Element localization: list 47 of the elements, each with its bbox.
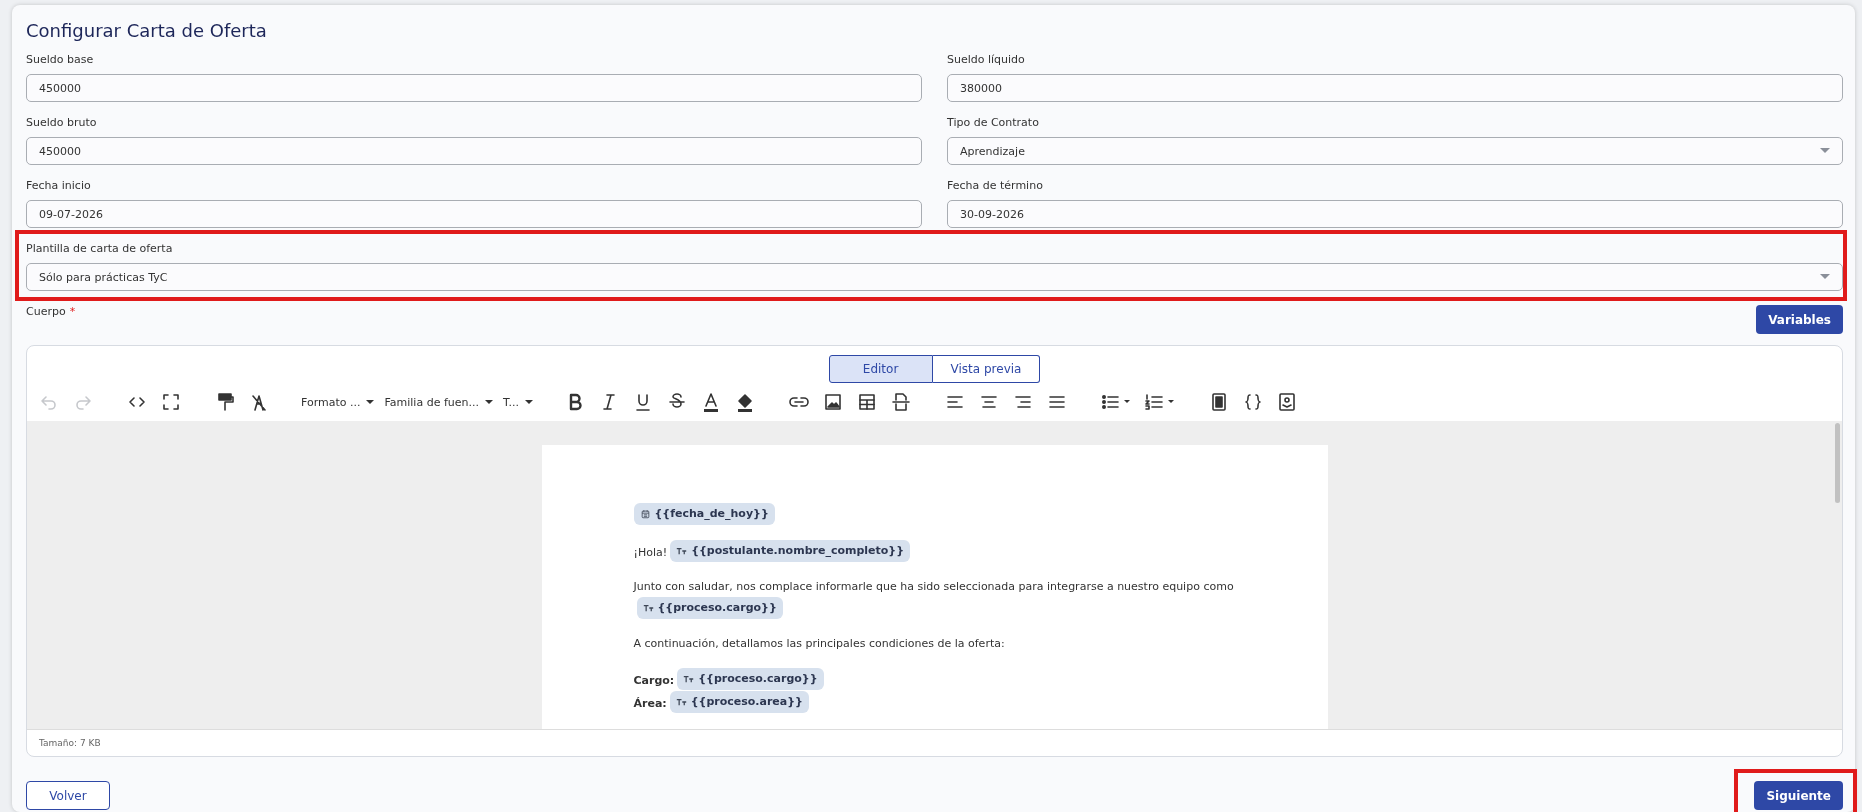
variable-chip[interactable]: {{proceso.cargo}}	[677, 668, 824, 690]
input-field[interactable]: 450000	[26, 74, 922, 102]
caret-icon	[485, 399, 493, 405]
editor-tab[interactable]: Vista previa	[932, 355, 1041, 383]
toolbar-dropdown[interactable]: T...	[503, 395, 533, 409]
document-text: Cargo:	[633, 674, 675, 687]
variable-chip[interactable]: {{fecha_de_hoy}}	[633, 503, 775, 525]
variables-button[interactable]: Variables	[1756, 305, 1843, 334]
variable-chip[interactable]: {{proceso.area}}	[669, 691, 809, 713]
toolbar-dropdown[interactable]: Formato ...	[301, 395, 375, 409]
text-type-icon	[683, 674, 695, 684]
field-label: Sueldo líquido	[947, 53, 1026, 67]
document-text: Área:	[633, 697, 667, 710]
document-text: Junto con saludar, nos complace informarle que ha sido seleccionada para integrarse a nuestro equipo como	[633, 579, 1235, 595]
field-label: Fecha de término	[947, 179, 1044, 193]
input-field[interactable]: 450000	[26, 137, 922, 165]
size-label: Tamaño: 7 KB	[39, 738, 101, 748]
field-label: Sueldo base	[26, 53, 95, 67]
caret-icon	[1820, 148, 1830, 154]
field-label: Sueldo bruto	[26, 116, 98, 130]
input-field[interactable]: 380000	[947, 74, 1843, 102]
text-type-icon	[642, 603, 654, 613]
calendar-icon	[639, 509, 651, 519]
next-button[interactable]: Siguiente	[1754, 781, 1843, 810]
scrollbar-thumb[interactable]	[1834, 423, 1840, 503]
caret-icon	[1820, 274, 1830, 280]
field-label: Plantilla de carta de oferta	[26, 242, 174, 256]
field-label: Tipo de Contrato	[947, 116, 1040, 130]
document-text: A continuación, detallamos las principales condiciones de la oferta:	[633, 637, 1005, 650]
select-field[interactable]: Aprendizaje	[947, 137, 1843, 165]
variable-chip[interactable]: {{postulante.nombre_completo}}	[670, 540, 910, 562]
text-type-icon	[676, 546, 688, 556]
text-type-icon	[675, 697, 687, 707]
select-field[interactable]: Sólo para prácticas TyC	[26, 263, 1843, 291]
editor-tab[interactable]: Editor	[828, 355, 933, 383]
field-label: Fecha inicio	[26, 179, 92, 193]
input-field[interactable]: 09-07-2026	[26, 200, 922, 228]
required-mark: *	[69, 305, 76, 319]
input-field[interactable]: 30-09-2026	[947, 200, 1843, 228]
field-label: Cuerpo	[26, 305, 66, 319]
back-button[interactable]: Volver	[26, 781, 110, 810]
variable-chip[interactable]: {{proceso.cargo}}	[636, 597, 783, 619]
document-text: ¡Hola!	[633, 546, 668, 559]
caret-icon	[366, 399, 375, 405]
page-title: Configurar Carta de Oferta	[26, 21, 268, 41]
toolbar-dropdown[interactable]: Familia de fuen...	[384, 395, 493, 409]
caret-icon	[524, 399, 533, 405]
